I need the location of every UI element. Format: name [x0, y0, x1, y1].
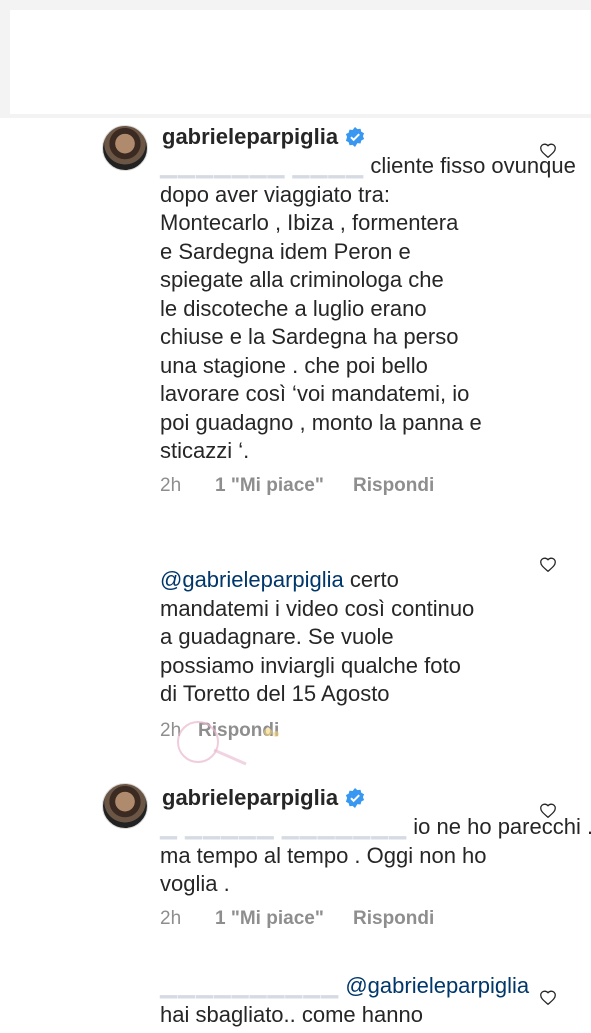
username-text[interactable]: gabrieleparpiglia: [162, 124, 338, 150]
comment-line: di Toretto del 15 Agosto: [160, 681, 390, 706]
comment-line: dopo aver viaggiato tra:: [160, 181, 390, 207]
comment-meta: 2h Rispondi: [160, 720, 279, 742]
comment-line: certo: [343, 567, 399, 592]
comment-meta: 2h 1 "Mi piace" Rispondi: [160, 475, 434, 497]
blurred-mention: ▁▁▁▁▁▁▁ ▁▁▁▁: [160, 153, 365, 178]
comment-line: hai sbagliato.. come hanno: [160, 1001, 423, 1027]
comment-line: possiamo inviargli qualche foto: [160, 652, 461, 678]
verified-badge-icon: [345, 127, 365, 147]
blurred-mention: ▁ ▁▁▁▁▁ ▁▁▁▁▁▁▁: [160, 814, 408, 839]
comment-username[interactable]: gabrieleparpiglia: [162, 124, 365, 150]
comment-time: 2h: [160, 720, 182, 741]
comment-text: ▁▁▁▁▁▁▁▁▁▁ @gabrieleparpiglia hai sbagli…: [160, 972, 540, 1029]
comment-line: a guadagnare. Se vuole: [160, 624, 394, 649]
reply-button[interactable]: Rispondi: [353, 475, 434, 497]
reply-button[interactable]: Rispondi: [353, 908, 434, 930]
comment-line: poi guadagno , monto la panna e: [160, 409, 482, 435]
comment-time: 2h: [160, 908, 182, 929]
comment-text: ▁▁▁▁▁▁▁ ▁▁▁▁ cliente fisso ovunque dopo …: [160, 152, 576, 466]
comment-line: ma tempo al tempo . Oggi non ho: [160, 842, 487, 868]
comment-time: 2h: [160, 475, 182, 496]
comment-line: una stagione . che poi bello: [160, 352, 428, 378]
comment-line: chiuse e la Sardegna ha perso: [160, 324, 459, 349]
comment-line: mandatemi i video così continuo: [160, 595, 475, 621]
avatar[interactable]: [102, 783, 148, 829]
comment-line: Montecarlo , Ibiza , formentera: [160, 210, 459, 235]
top-bar-panel: [10, 10, 591, 114]
likes-count[interactable]: 1 "Mi piace": [215, 908, 353, 930]
reply-button[interactable]: Rispondi: [198, 720, 279, 742]
comment-line: cliente fisso ovunque: [370, 153, 576, 178]
mention-link[interactable]: @gabrieleparpiglia: [345, 973, 529, 998]
comment-meta: 2h 1 "Mi piace" Rispondi: [160, 908, 434, 930]
comment-text: @gabrieleparpiglia certo mandatemi i vid…: [160, 566, 540, 709]
likes-count[interactable]: 1 "Mi piace": [215, 475, 353, 497]
avatar[interactable]: [102, 125, 148, 171]
comment-line: voglia .: [160, 871, 230, 896]
comment-line: sticazzi ‘.: [160, 438, 250, 463]
comment-line: lavorare così ‘voi mandatemi, io: [160, 381, 470, 406]
comment-text: ▁ ▁▁▁▁▁ ▁▁▁▁▁▁▁ io ne ho parecchi ... ma…: [160, 813, 591, 899]
heart-icon[interactable]: [539, 556, 557, 572]
verified-badge-icon: [345, 788, 365, 808]
mention-link[interactable]: @gabrieleparpiglia: [160, 567, 344, 592]
comment-line: io ne ho parecchi ...: [413, 814, 591, 839]
username-text[interactable]: gabrieleparpiglia: [162, 785, 338, 811]
heart-icon[interactable]: [539, 989, 557, 1005]
top-bar: [0, 0, 591, 118]
comment-line: spiegate alla criminologa che: [160, 267, 444, 292]
comment-username[interactable]: gabrieleparpiglia: [162, 785, 365, 811]
comment-line: e Sardegna idem Peron e: [160, 238, 411, 264]
blurred-mention: ▁▁▁▁▁▁▁▁▁▁: [160, 973, 340, 998]
comment-line: le discoteche a luglio erano: [160, 295, 427, 321]
